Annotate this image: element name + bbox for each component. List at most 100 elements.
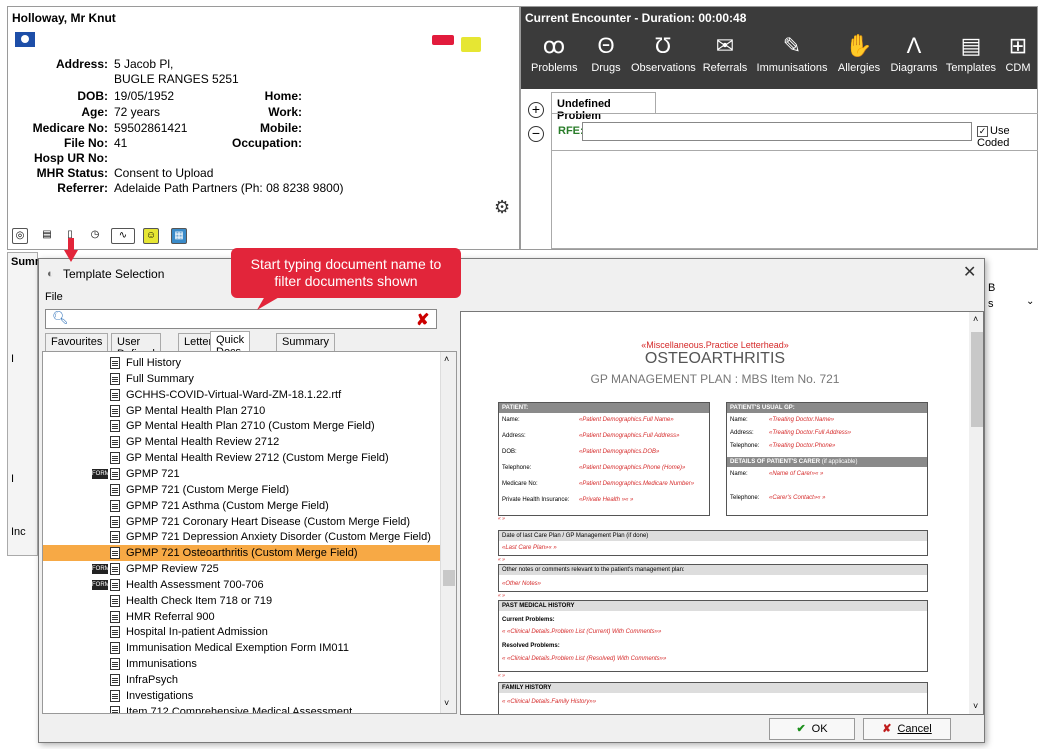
side-letter-1: I [11, 353, 15, 365]
problems-label: Problems [531, 62, 578, 74]
list-item[interactable]: HMR Referral 900 [43, 609, 440, 625]
tab-user-defined[interactable]: User Defined [111, 333, 161, 360]
clock-icon[interactable]: ◷ [87, 228, 103, 244]
list-item[interactable]: Health Check Item 718 or 719 [43, 593, 440, 609]
list-item[interactable]: Immunisations [43, 656, 440, 672]
form-badge-icon: FORM [92, 564, 110, 575]
problems-button[interactable]: ꝏ Problems [531, 32, 577, 74]
document-icon: ▤ [960, 33, 982, 58]
clear-search-icon[interactable]: ✘ [416, 310, 429, 330]
preview-scrollbar[interactable]: ˄ ˅ [969, 312, 983, 714]
add-problem-button[interactable]: + [528, 102, 544, 118]
menu-file[interactable]: File [45, 291, 63, 303]
use-coded-checkbox[interactable]: ✓ Use Coded [977, 125, 1038, 149]
referrals-button[interactable]: ✉ Referrals [701, 32, 749, 74]
list-item[interactable]: Item 712 Comprehensive Medical Assessmen… [43, 704, 440, 713]
referrer-value: Adelaide Path Partners (Ph: 08 8238 9800… [114, 181, 344, 195]
tab-quick-docs[interactable]: Quick Docs [210, 331, 251, 358]
list-item[interactable]: FORM GPMP Review 725 [43, 561, 440, 577]
tab-undefined-problem[interactable]: Undefined Problem [551, 92, 656, 122]
list-item[interactable]: Full History [43, 355, 440, 371]
document-icon [110, 689, 120, 702]
list-item[interactable]: Immunisation Medical Exemption Form IM01… [43, 640, 440, 656]
observations-button[interactable]: Ʊ Observations [631, 32, 696, 74]
remove-problem-button[interactable]: − [528, 126, 544, 142]
list-item[interactable]: InfraPsych [43, 672, 440, 688]
patient-name: Holloway, Mr Knut [12, 11, 116, 25]
list-item[interactable]: FORM Health Assessment 700-706 [43, 577, 440, 593]
list-item[interactable]: GPMP 721 Depression Anxiety Disorder (Cu… [43, 529, 440, 545]
list-item[interactable]: GPMP 721 Coronary Heart Disease (Custom … [43, 514, 440, 530]
capture-icon[interactable]: ◎ [12, 228, 28, 244]
field-value: «Private Health »« » [579, 497, 634, 503]
ok-button[interactable]: ✔ OK [769, 718, 855, 740]
right-panel-bg: B s ⌄ [984, 276, 1038, 316]
gp-box: PATIENT'S USUAL GP: Name: «Treating Docto… [726, 402, 928, 516]
templates-button[interactable]: ▤ Templates [944, 32, 998, 74]
smoking-icon[interactable] [432, 35, 454, 45]
template-icon: ◐ [47, 268, 54, 280]
immunisations-button[interactable]: ✎ Immunisations [754, 32, 830, 74]
ecg-icon[interactable]: ∿ [111, 228, 135, 244]
drugs-button[interactable]: Θ Drugs [588, 32, 624, 74]
cancel-button[interactable]: ✘ Cancel [863, 718, 951, 740]
field-value: «Name of Carer»« » [769, 471, 824, 477]
field-label: Telephone: [502, 465, 532, 471]
scroll-up-icon[interactable]: ˄ [444, 354, 449, 364]
image-icon[interactable]: ▦ [171, 228, 187, 244]
list-item[interactable]: GPMP 721 Asthma (Custom Merge Field) [43, 498, 440, 514]
notes-area[interactable] [552, 150, 1038, 249]
cdm-button[interactable]: ⊞ CDM [1002, 32, 1034, 74]
hint-line1: Start typing document name to [250, 256, 442, 272]
patient-toolbar: ◎ ▤ ▯ ◷ ∿ ☺ ▦ [7, 226, 520, 248]
work-label: Work: [268, 105, 302, 119]
spacer-4: « » [498, 673, 505, 679]
list-item[interactable]: Investigations [43, 688, 440, 704]
list-item-label: GPMP 721 (Custom Merge Field) [126, 483, 290, 496]
template-list[interactable]: Full History Full Summary GCHHS-COVID-Virt… [42, 351, 457, 714]
document-icon [110, 483, 120, 496]
preview-scroll-thumb[interactable] [971, 332, 983, 427]
field-value: «Patient Demographics.Full Address» [579, 433, 680, 439]
document-icon [110, 436, 120, 449]
list-item[interactable]: GCHHS-COVID-Virtual-Ward-ZM-18.1.22.rtf [43, 387, 440, 403]
letterhead: «Miscellaneous.Practice Letterhead» [641, 340, 789, 350]
list-item[interactable]: GP Mental Health Review 2712 (Custom Mer… [43, 450, 440, 466]
field-value: «Patient Demographics.Medicare Number» [579, 481, 695, 487]
allergies-button[interactable]: ✋ Allergies [835, 32, 883, 74]
side-letter-3: Inc [11, 526, 26, 538]
list-item[interactable]: Full Summary [43, 371, 440, 387]
scroll-up-icon[interactable]: ˄ [973, 314, 978, 324]
chevron-down-icon[interactable]: ⌄ [1026, 296, 1034, 307]
list-item-label: GP Mental Health Plan 2710 (Custom Merge… [126, 420, 375, 433]
template-preview: «Miscellaneous.Practice Letterhead» OSTE… [460, 311, 984, 715]
clipboard-icon[interactable]: ▤ [39, 228, 55, 244]
list-item[interactable]: GPMP 721 Osteoarthritis (Custom Merge Fi… [43, 545, 440, 562]
tab-favourites[interactable]: Favourites [45, 333, 109, 351]
document-icon [110, 404, 120, 417]
list-item[interactable]: GPMP 721 (Custom Merge Field) [43, 482, 440, 498]
scroll-down-icon[interactable]: ˅ [444, 698, 449, 708]
gear-icon[interactable]: ⚙ [494, 197, 510, 218]
field-value: «Patient Demographics.DOB» [579, 449, 660, 455]
list-scrollbar[interactable]: ˄ ˅ [440, 352, 456, 713]
list-item[interactable]: Hospital In-patient Admission [43, 624, 440, 640]
scroll-down-icon[interactable]: ˅ [973, 701, 978, 711]
list-item[interactable]: GP Mental Health Review 2712 [43, 434, 440, 450]
person-icon[interactable]: ☺ [143, 228, 159, 244]
occupation-label: Occupation: [231, 136, 302, 150]
pmh-box: PAST MEDICAL HISTORY Current Problems: «… [498, 600, 928, 672]
search-input[interactable]: 🔍︎ ✘ [45, 309, 437, 329]
scroll-thumb[interactable] [443, 570, 455, 586]
carer-header-text: DETAILS OF PATIENT'S CARER [730, 459, 821, 465]
close-icon[interactable]: ✕ [963, 262, 976, 282]
diagrams-button[interactable]: Λ Diagrams [888, 32, 940, 74]
list-item[interactable]: GP Mental Health Plan 2710 [43, 403, 440, 419]
list-item[interactable]: FORM GPMP 721 [43, 466, 440, 482]
file-value: 41 [114, 136, 128, 150]
list-item[interactable]: GP Mental Health Plan 2710 (Custom Merge… [43, 418, 440, 434]
id-card-icon[interactable] [461, 37, 481, 52]
rfe-input[interactable] [582, 122, 972, 141]
tab-summary[interactable]: Summary [276, 333, 336, 351]
compass-icon: Λ [906, 33, 922, 58]
